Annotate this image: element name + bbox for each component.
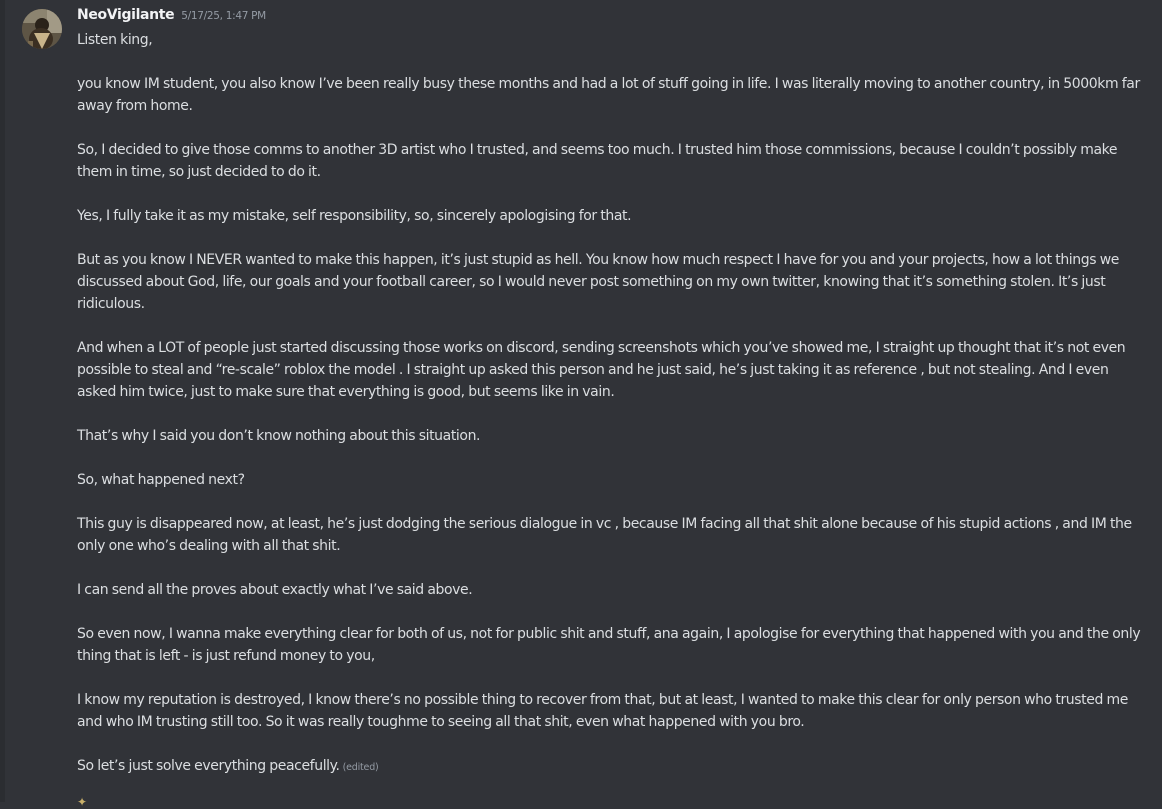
avatar-image-icon <box>22 9 62 49</box>
message-last-paragraph: So let’s just solve everything peacefull… <box>77 755 1147 779</box>
message-header: NeoVigilante 5/17/25, 1:47 PM <box>77 7 266 29</box>
message-paragraph-text: So let’s just solve everything peacefull… <box>77 758 340 774</box>
edited-label: (edited) <box>342 762 379 773</box>
username[interactable]: NeoVigilante <box>77 7 175 23</box>
message-timestamp[interactable]: 5/17/25, 1:47 PM <box>181 10 266 22</box>
message-paragraph: And when a LOT of people just started di… <box>77 340 1126 400</box>
message-paragraph: But as you know I NEVER wanted to make t… <box>77 252 1119 312</box>
message-paragraph: I know my reputation is destroyed, I kno… <box>77 692 1128 730</box>
message-paragraph: So, I decided to give those comms to ano… <box>77 142 1118 180</box>
message-paragraph: This guy is disappeared now, at least, h… <box>77 516 1132 554</box>
chat-message: NeoVigilante 5/17/25, 1:47 PM Listen kin… <box>0 0 1162 808</box>
emoji-peek-icon: ✦ <box>77 795 88 809</box>
message-paragraph: I can send all the proves about exactly … <box>77 582 473 598</box>
message-content: Listen king, you know IM student, you al… <box>77 29 1147 801</box>
message-paragraph: Listen king, <box>77 32 153 48</box>
message-paragraph: So even now, I wanna make everything cle… <box>77 626 1141 664</box>
message-paragraph: Yes, I fully take it as my mistake, self… <box>77 208 632 224</box>
message-paragraph: you know IM student, you also know I’ve … <box>77 76 1140 114</box>
message-paragraph: So, what happened next? <box>77 472 245 488</box>
user-avatar[interactable] <box>22 9 62 49</box>
message-paragraph: That’s why I said you don’t know nothing… <box>77 428 481 444</box>
